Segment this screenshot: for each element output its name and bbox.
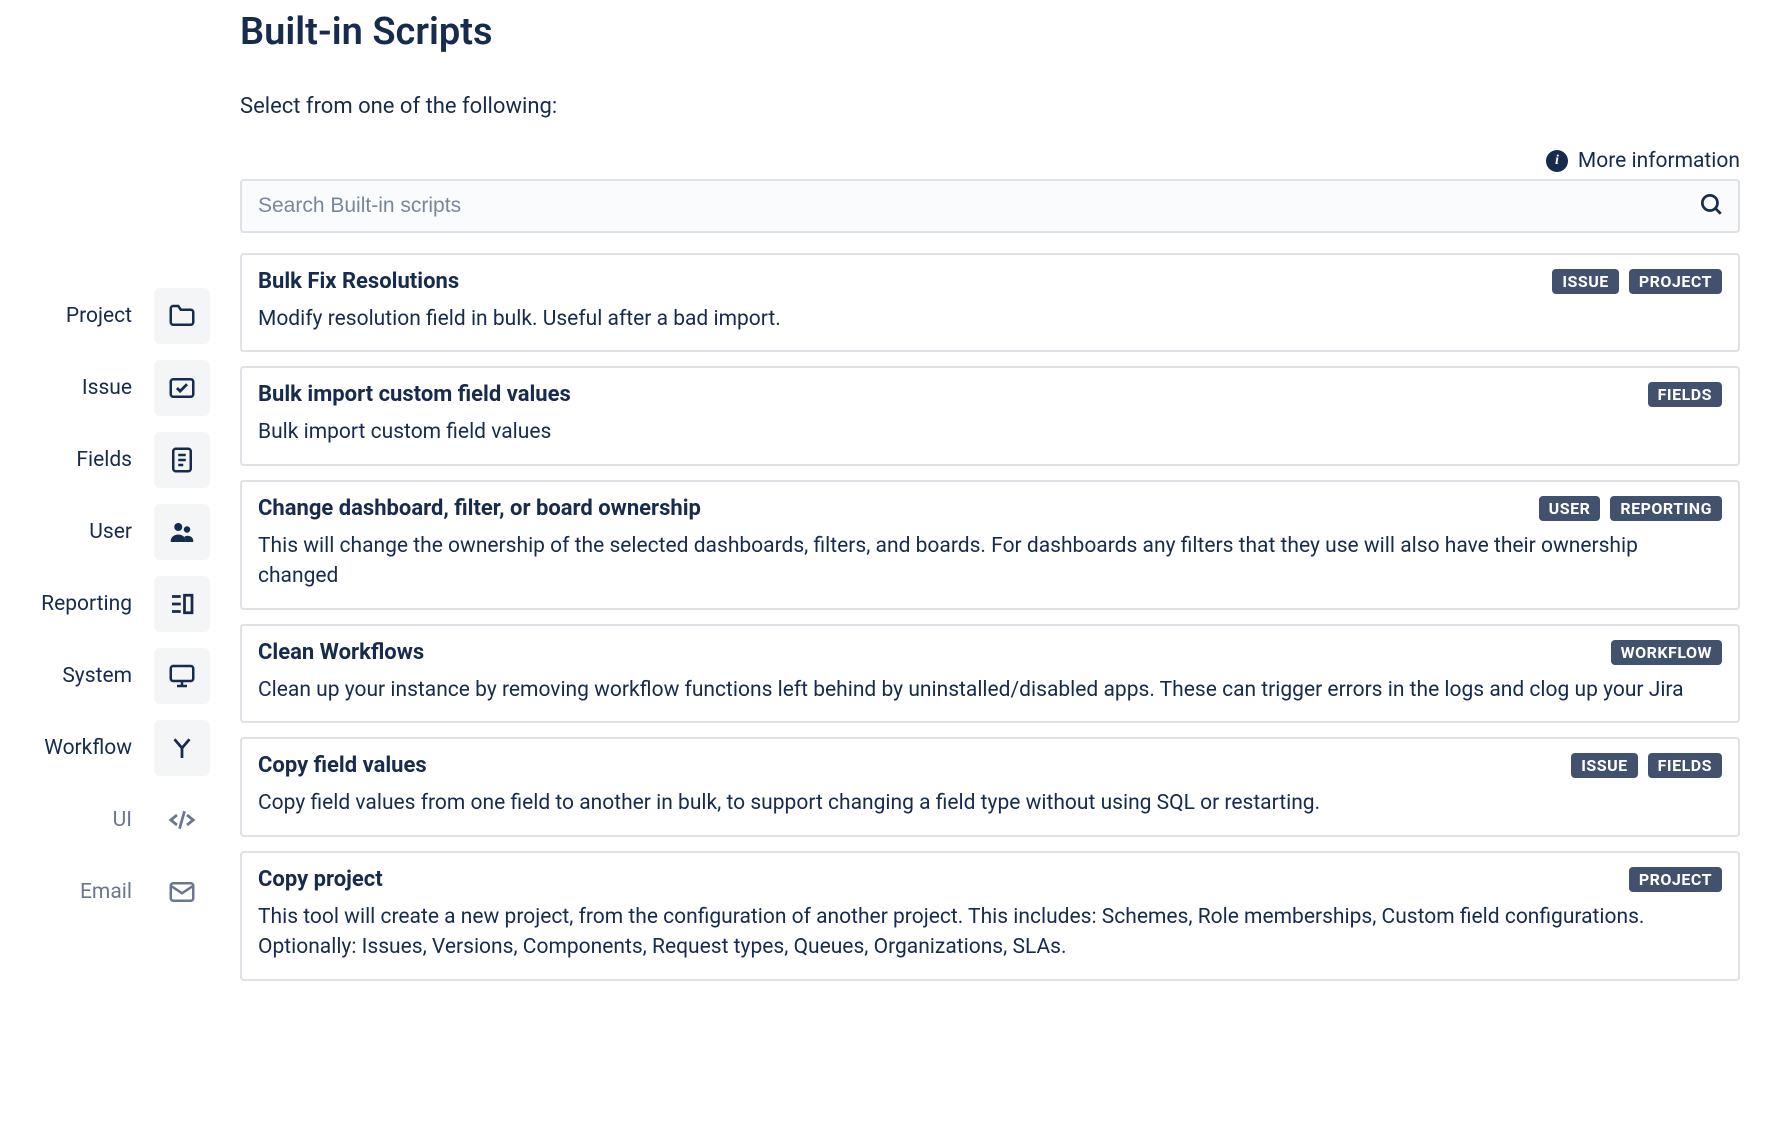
badge-group: ISSUE FIELDS xyxy=(1571,753,1722,778)
card-header: Change dashboard, filter, or board owner… xyxy=(258,496,1722,521)
users-icon xyxy=(154,504,210,560)
card-title: Bulk Fix Resolutions xyxy=(258,269,459,294)
page-subtitle: Select from one of the following: xyxy=(240,94,1740,119)
card-description: This tool will create a new project, fro… xyxy=(258,902,1722,963)
mail-icon xyxy=(154,864,210,920)
card-description: Bulk import custom field values xyxy=(258,417,1722,447)
sidebar-item-label: UI xyxy=(113,808,132,832)
card-title: Copy project xyxy=(258,867,383,892)
monitor-icon xyxy=(154,648,210,704)
sidebar-item-label: Project xyxy=(66,304,132,328)
sidebar-item-label: Fields xyxy=(76,448,132,472)
script-card[interactable]: Clean Workflows WORKFLOW Clean up your ins… xyxy=(240,624,1740,723)
card-title: Clean Workflows xyxy=(258,640,424,665)
sidebar: Project Issue Fields User Reporting xyxy=(0,10,220,995)
sidebar-item-label: Workflow xyxy=(44,736,132,760)
category-badge: ISSUE xyxy=(1571,753,1637,778)
issue-icon xyxy=(154,360,210,416)
code-icon xyxy=(154,792,210,848)
badge-group: FIELDS xyxy=(1648,382,1722,407)
card-description: Copy field values from one field to anot… xyxy=(258,788,1722,818)
badge-group: USER REPORTING xyxy=(1539,496,1722,521)
card-header: Bulk Fix Resolutions ISSUE PROJECT xyxy=(258,269,1722,294)
category-badge: ISSUE xyxy=(1552,269,1618,294)
category-badge: WORKFLOW xyxy=(1611,640,1722,665)
sidebar-item-workflow[interactable]: Workflow xyxy=(0,712,220,784)
sidebar-item-issue[interactable]: Issue xyxy=(0,352,220,424)
workflow-icon xyxy=(154,720,210,776)
category-badge: PROJECT xyxy=(1629,867,1722,892)
more-info-text: More information xyxy=(1578,149,1740,173)
script-card[interactable]: Bulk Fix Resolutions ISSUE PROJECT Modify r… xyxy=(240,253,1740,352)
category-badge: FIELDS xyxy=(1648,382,1722,407)
card-header: Copy field values ISSUE FIELDS xyxy=(258,753,1722,778)
card-header: Clean Workflows WORKFLOW xyxy=(258,640,1722,665)
sidebar-item-label: System xyxy=(62,664,132,688)
card-description: Clean up your instance by removing workf… xyxy=(258,675,1722,705)
card-title: Bulk import custom field values xyxy=(258,382,571,407)
script-card[interactable]: Change dashboard, filter, or board owner… xyxy=(240,480,1740,610)
badge-group: WORKFLOW xyxy=(1611,640,1722,665)
search-icon[interactable] xyxy=(1698,191,1724,221)
reporting-icon xyxy=(154,576,210,632)
category-badge: REPORTING xyxy=(1610,496,1722,521)
card-title: Copy field values xyxy=(258,753,427,778)
sidebar-item-ui[interactable]: UI xyxy=(0,784,220,856)
main-content: Built-in Scripts Select from one of the … xyxy=(220,10,1760,995)
page-title: Built-in Scripts xyxy=(240,10,1740,54)
search-input[interactable] xyxy=(240,179,1740,233)
category-badge: PROJECT xyxy=(1629,269,1722,294)
category-badge: FIELDS xyxy=(1648,753,1722,778)
sidebar-item-project[interactable]: Project xyxy=(0,280,220,352)
sidebar-item-label: User xyxy=(89,520,132,544)
badge-group: PROJECT xyxy=(1629,867,1722,892)
more-information-link[interactable]: i More information xyxy=(240,149,1740,173)
sidebar-item-email[interactable]: Email xyxy=(0,856,220,928)
document-icon xyxy=(154,432,210,488)
sidebar-item-fields[interactable]: Fields xyxy=(0,424,220,496)
sidebar-item-label: Issue xyxy=(82,376,132,400)
category-badge: USER xyxy=(1539,496,1601,521)
card-description: This will change the ownership of the se… xyxy=(258,531,1722,592)
script-card[interactable]: Copy project PROJECT This tool will create… xyxy=(240,851,1740,981)
card-header: Bulk import custom field values FIELDS xyxy=(258,382,1722,407)
script-card[interactable]: Bulk import custom field valuesFIELDSBul… xyxy=(240,366,1740,465)
badge-group: ISSUE PROJECT xyxy=(1552,269,1722,294)
sidebar-item-user[interactable]: User xyxy=(0,496,220,568)
sidebar-item-reporting[interactable]: Reporting xyxy=(0,568,220,640)
search-container xyxy=(240,179,1740,233)
info-icon: i xyxy=(1546,150,1568,172)
script-card[interactable]: Copy field valuesISSUEFIELDSCopy field v… xyxy=(240,737,1740,836)
card-header: Copy project PROJECT xyxy=(258,867,1722,892)
card-description: Modify resolution field in bulk. Useful … xyxy=(258,304,1722,334)
sidebar-item-system[interactable]: System xyxy=(0,640,220,712)
folder-icon xyxy=(154,288,210,344)
sidebar-item-label: Email xyxy=(80,880,132,904)
sidebar-item-label: Reporting xyxy=(41,592,132,616)
card-title: Change dashboard, filter, or board owner… xyxy=(258,496,701,521)
